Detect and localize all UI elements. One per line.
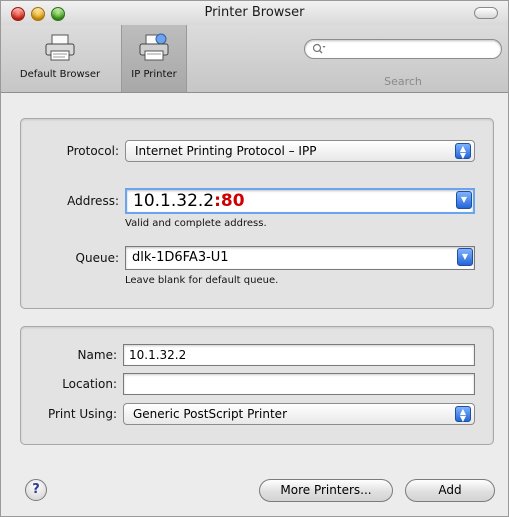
- address-hint: Valid and complete address.: [125, 218, 267, 229]
- print-using-value: Generic PostScript Printer: [133, 407, 287, 421]
- print-using-label: Print Using:: [47, 407, 117, 421]
- printer-browser-window: Printer Browser Default Browser IP Print…: [0, 0, 509, 517]
- address-port: :80: [214, 191, 245, 211]
- popup-arrows-icon: ▲ ▼: [455, 143, 471, 160]
- location-field[interactable]: [123, 373, 475, 395]
- toolbar: Default Browser IP Printer Search: [1, 25, 508, 93]
- printer-icon: [45, 34, 75, 61]
- search-field[interactable]: [304, 39, 502, 59]
- search-label: Search: [384, 75, 422, 88]
- protocol-label: Protocol:: [66, 144, 119, 158]
- address-host: 10.1.32.2: [133, 191, 215, 211]
- ip-settings-group: Protocol: Internet Printing Protocol – I…: [20, 118, 494, 309]
- network-printer-icon: [139, 33, 169, 61]
- location-label: Location:: [62, 377, 117, 391]
- toolbar-ip-printer[interactable]: IP Printer: [121, 25, 187, 92]
- address-combo[interactable]: 10.1.32.2:80 ▼: [125, 188, 475, 214]
- protocol-popup[interactable]: Internet Printing Protocol – IPP ▲ ▼: [125, 140, 475, 162]
- window-title: Printer Browser: [204, 5, 305, 20]
- chevron-down-icon[interactable]: ▼: [457, 248, 473, 266]
- popup-arrows-icon: ▲ ▼: [455, 406, 471, 423]
- queue-hint: Leave blank for default queue.: [125, 275, 279, 286]
- title-bar: Printer Browser: [1, 1, 508, 25]
- name-input[interactable]: [124, 345, 474, 365]
- chevron-down-icon[interactable]: ▼: [456, 191, 472, 209]
- name-field[interactable]: [123, 344, 475, 366]
- printer-info-group: Name: Location: Print Using: Generic Pos…: [20, 326, 494, 445]
- protocol-value: Internet Printing Protocol – IPP: [135, 144, 317, 158]
- search-input[interactable]: [329, 42, 494, 56]
- toolbar-toggle-button[interactable]: [474, 7, 498, 19]
- print-using-popup[interactable]: Generic PostScript Printer ▲ ▼: [123, 403, 475, 425]
- queue-label: Queue:: [75, 251, 119, 265]
- name-label: Name:: [77, 348, 117, 362]
- search-area: Search: [304, 39, 502, 88]
- toolbar-default-browser[interactable]: Default Browser: [1, 25, 119, 92]
- search-icon: [312, 43, 326, 54]
- address-value: 10.1.32.2:80: [133, 191, 245, 211]
- more-printers-button[interactable]: More Printers...: [259, 479, 393, 502]
- queue-combo[interactable]: dlk-1D6FA3-U1 ▼: [125, 246, 475, 270]
- address-label: Address:: [67, 194, 119, 208]
- add-button[interactable]: Add: [405, 479, 495, 502]
- queue-value: dlk-1D6FA3-U1: [132, 250, 229, 265]
- ip-printer-label: IP Printer: [131, 69, 177, 80]
- location-input[interactable]: [124, 374, 474, 394]
- default-browser-label: Default Browser: [19, 69, 101, 80]
- help-button[interactable]: ?: [25, 479, 47, 501]
